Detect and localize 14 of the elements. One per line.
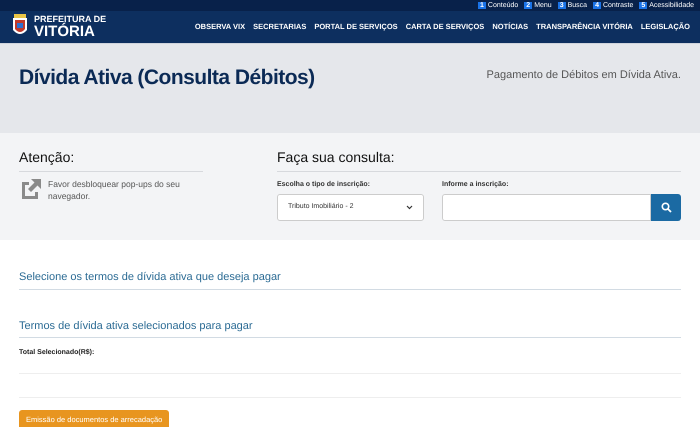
section-heading: Faça sua consulta: [277,147,681,172]
page-subtitle: Pagamento de Débitos em Dívida Ativa. [486,68,681,83]
logo-text: PREFEITURA DE [34,15,106,24]
page-title: Dívida Ativa (Consulta Débitos) [19,65,315,91]
search-button[interactable] [651,194,681,220]
popup-warning: Favor desbloquear pop-ups do seu navegador. [48,178,181,202]
search-icon [660,202,672,212]
section-heading: Atenção: [19,147,203,172]
chevron-down-icon [406,204,413,210]
external-link-icon [19,178,42,200]
section-title: Selecione os termos de dívida ativa que deseja pagar [19,269,681,290]
section-title: Termos de dívida ativa selecionados para pagar [19,318,681,338]
logo-text: VITÓRIA [34,24,96,39]
registration-input[interactable] [442,194,651,220]
